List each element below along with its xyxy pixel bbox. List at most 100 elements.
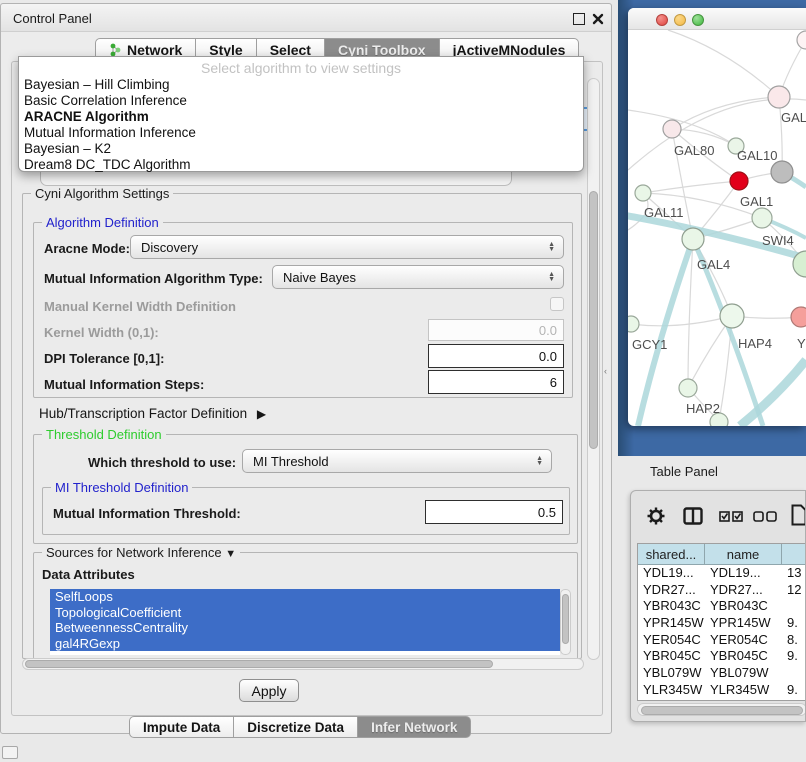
column-header-3[interactable]: A xyxy=(782,544,806,565)
algorithm-dropdown: Select algorithm to view settings Bayesi… xyxy=(18,56,584,172)
mi-steps-field[interactable]: 6 xyxy=(428,370,564,394)
mi-threshold-field[interactable]: 0.5 xyxy=(425,500,563,524)
column-header-2[interactable]: name xyxy=(705,544,782,565)
chevron-down-icon: ▼ xyxy=(225,548,236,560)
dpi-tolerance-label: DPI Tolerance [0,1]: xyxy=(44,351,164,366)
table-row[interactable]: YLR345WYLR345W9. xyxy=(638,682,806,699)
table-row[interactable]: YBR043CYBR043C xyxy=(638,598,806,615)
select-all-checkboxes-icon[interactable] xyxy=(719,511,743,522)
network-edge xyxy=(631,316,732,326)
dropdown-item[interactable]: Bayesian – Hill Climbing xyxy=(19,77,583,93)
node-gal4[interactable] xyxy=(682,228,704,250)
table-row[interactable]: YDL19...YDL19...13 xyxy=(638,565,806,582)
gear-icon[interactable] xyxy=(647,507,665,525)
kernel-width-field[interactable]: 0.0 xyxy=(428,319,564,341)
table-panel-title: Table Panel xyxy=(650,464,718,479)
attribute-item[interactable]: SelfLoops xyxy=(50,589,560,605)
dropdown-item[interactable]: Basic Correlation Inference xyxy=(19,93,583,109)
node-table[interactable]: shared...nameA YDL19...YDL19...13YDR27..… xyxy=(637,543,806,701)
attribute-item[interactable]: BetweennessCentrality xyxy=(50,620,560,636)
node-label: SWI4 xyxy=(762,233,794,248)
which-threshold-value: MI Threshold xyxy=(253,454,329,469)
node[interactable] xyxy=(797,31,806,49)
node-gal11[interactable] xyxy=(635,185,651,201)
dropdown-item[interactable]: Bayesian – K2 xyxy=(19,141,583,157)
dropdown-item[interactable]: Dream8 DC_TDC Algorithm xyxy=(19,157,583,173)
network-edge xyxy=(672,97,779,129)
mi-threshold-label: Mutual Information Threshold: xyxy=(53,506,241,521)
node-hap4[interactable] xyxy=(720,304,744,328)
table-cell xyxy=(782,665,806,682)
settings-horizontal-scrollbar[interactable] xyxy=(22,658,584,670)
node-gal1[interactable] xyxy=(752,208,772,228)
control-panel-titlebar[interactable]: Control Panel xyxy=(1,4,611,32)
node-hap2[interactable] xyxy=(679,379,697,397)
sources-group: Sources for Network Inference ▼ Data Att… xyxy=(33,552,578,659)
zoom-traffic-light-icon[interactable] xyxy=(692,14,704,26)
node-salmon[interactable] xyxy=(791,307,806,327)
table-horizontal-scrollbar[interactable] xyxy=(637,703,806,716)
table-row[interactable]: YER054CYER054C8. xyxy=(638,632,806,649)
tab-infer-network[interactable]: Infer Network xyxy=(358,716,471,738)
table-header-row: shared...nameA xyxy=(638,544,806,565)
close-icon[interactable] xyxy=(592,13,604,25)
close-traffic-light-icon[interactable] xyxy=(656,14,668,26)
node-gal[interactable] xyxy=(768,86,790,108)
table-row[interactable]: YBR045CYBR045C9. xyxy=(638,648,806,665)
table-cell: YLR345W xyxy=(705,682,782,699)
node-label: GAL1 xyxy=(740,194,773,209)
hub-definition-toggle[interactable]: Hub/Transcription Factor Definition ▶ xyxy=(39,406,266,421)
table-cell: 9. xyxy=(782,699,806,702)
tab-discretize-data[interactable]: Discretize Data xyxy=(234,716,358,738)
cyni-bottom-tabs: Impute DataDiscretize DataInfer Network xyxy=(129,716,471,738)
attribute-item[interactable]: TopologicalCoefficient xyxy=(50,605,560,621)
float-window-icon[interactable] xyxy=(573,13,585,25)
document-icon[interactable] xyxy=(791,504,806,526)
node-gcy1[interactable] xyxy=(628,316,639,332)
dropdown-item[interactable]: Mutual Information Inference xyxy=(19,125,583,141)
node-red[interactable] xyxy=(730,172,748,190)
dpi-tolerance-field[interactable]: 0.0 xyxy=(428,344,564,368)
attribute-item[interactable]: gal4RGexp xyxy=(50,636,560,652)
column-header-1[interactable]: shared... xyxy=(638,544,705,565)
dropdown-item[interactable]: ARACNE Algorithm xyxy=(19,109,583,125)
combo-arrows-icon: ▲▼ xyxy=(548,272,555,282)
table-row[interactable]: YIL052CYIL052C9. xyxy=(638,699,806,702)
network-window-titlebar[interactable] xyxy=(628,8,806,30)
columns-icon[interactable] xyxy=(683,507,703,525)
settings-vertical-scrollbar[interactable] xyxy=(587,78,600,660)
divider-handle[interactable]: ‹ xyxy=(604,366,610,376)
settings-vscroll-thumb[interactable] xyxy=(589,191,598,449)
attributes-scrollbar[interactable] xyxy=(560,589,571,655)
data-attributes-list[interactable]: SelfLoopsTopologicalCoefficientBetweenne… xyxy=(50,589,560,655)
table-row[interactable]: YDR27...YDR27...12 xyxy=(638,582,806,599)
table-cell: YER054C xyxy=(705,632,782,649)
deselect-all-checkboxes-icon[interactable] xyxy=(753,511,777,522)
table-row[interactable]: YBL079WYBL079W xyxy=(638,665,806,682)
mi-type-combo[interactable]: Naive Bayes ▲▼ xyxy=(272,265,564,289)
minimize-traffic-light-icon[interactable] xyxy=(674,14,686,26)
which-threshold-combo[interactable]: MI Threshold ▲▼ xyxy=(242,449,552,473)
table-cell: YDR27... xyxy=(638,582,705,599)
node-gray[interactable] xyxy=(771,161,793,183)
aracne-mode-combo[interactable]: Discovery ▲▼ xyxy=(130,235,564,259)
network-canvas[interactable]: GALGAL80GAL10GAL1GAL11SWI4GAL4GCY1HAP4YH… xyxy=(628,30,806,426)
tab-impute-data[interactable]: Impute Data xyxy=(129,716,234,738)
attributes-scroll-thumb[interactable] xyxy=(562,594,569,644)
node-gal80[interactable] xyxy=(663,120,681,138)
network-edge xyxy=(628,110,736,146)
table-cell xyxy=(782,598,806,615)
table-cell: 9. xyxy=(782,682,806,699)
table-cell: YDL19... xyxy=(638,565,705,582)
dropdown-placeholder: Select algorithm to view settings xyxy=(19,59,583,77)
apply-button[interactable]: Apply xyxy=(239,679,299,702)
minimized-panel-icon[interactable] xyxy=(2,746,18,759)
node-label: GAL11 xyxy=(644,205,684,220)
sources-title-wrap[interactable]: Sources for Network Inference ▼ xyxy=(42,545,240,560)
settings-hscroll-thumb[interactable] xyxy=(25,660,493,668)
node-label: GAL xyxy=(781,110,806,125)
table-row[interactable]: YPR145WYPR145W9. xyxy=(638,615,806,632)
manual-kernel-checkbox[interactable] xyxy=(550,297,564,311)
table-hscroll-thumb[interactable] xyxy=(641,706,803,715)
aracne-mode-label: Aracne Mode: xyxy=(44,241,130,256)
